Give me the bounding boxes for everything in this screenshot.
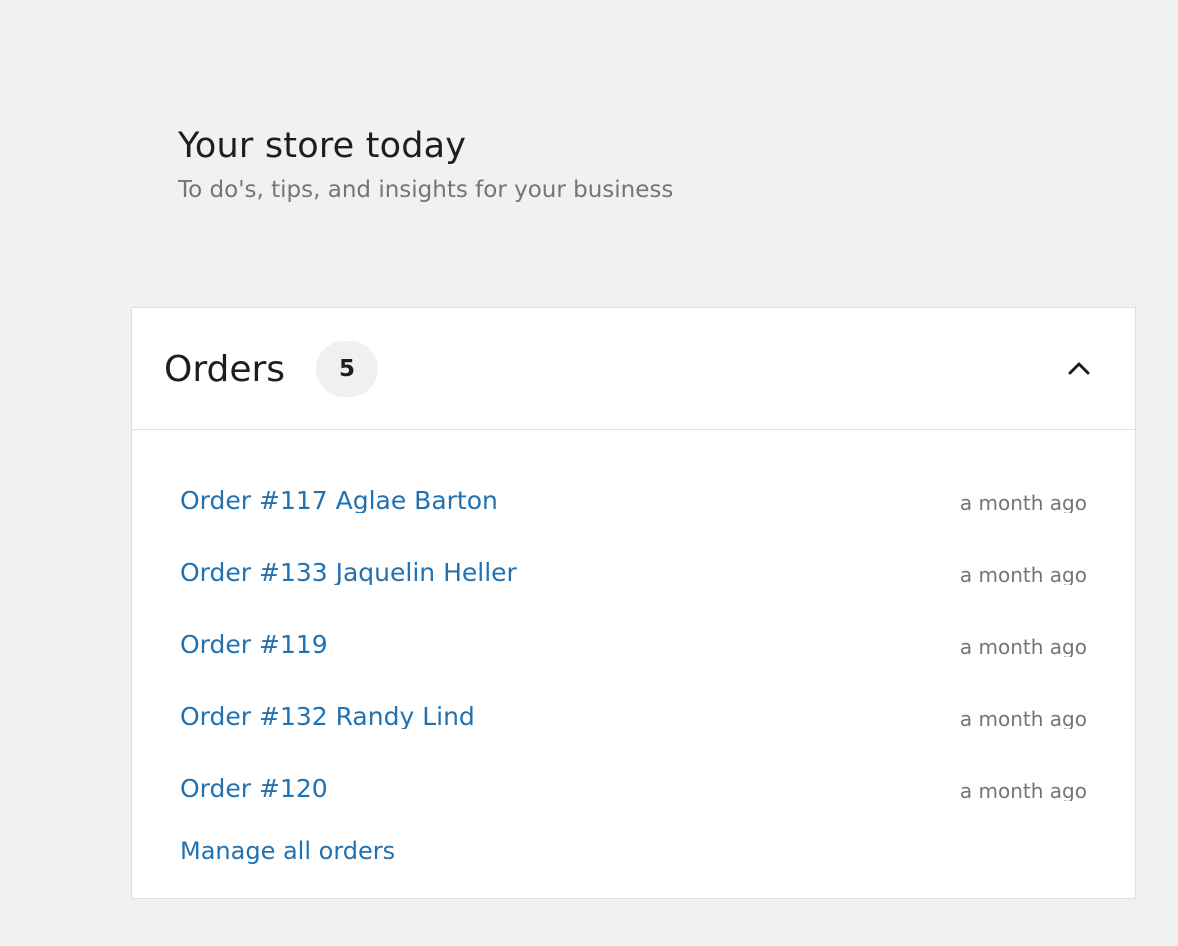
page-subtitle: To do's, tips, and insights for your bus… [178,177,674,203]
manage-all-orders-link[interactable]: Manage all orders [180,835,395,867]
list-item: Order #120 a month ago [180,767,1087,801]
collapse-toggle-button[interactable] [1061,350,1097,386]
orders-card-title: Orders [164,349,286,390]
list-item: Order #119 a month ago [180,623,1087,657]
order-link[interactable]: Order #133 Jaquelin Heller [180,557,517,585]
order-link[interactable]: Order #117 Aglae Barton [180,485,498,513]
list-item: Order #133 Jaquelin Heller a month ago [180,551,1087,585]
order-link[interactable]: Order #120 [180,773,328,801]
orders-count-badge: 5 [316,341,378,397]
order-time: a month ago [959,707,1087,729]
order-time: a month ago [959,779,1087,801]
order-time: a month ago [959,563,1087,585]
page-title: Your store today [178,126,467,166]
list-item: Order #132 Randy Lind a month ago [180,695,1087,729]
order-time: a month ago [959,635,1087,657]
chevron-up-icon [1068,362,1090,375]
order-time: a month ago [959,491,1087,513]
orders-card-header[interactable]: Orders 5 [132,308,1135,430]
list-item: Order #117 Aglae Barton a month ago [180,479,1087,513]
page-header: Your store today To do's, tips, and insi… [178,122,673,206]
order-link[interactable]: Order #132 Randy Lind [180,701,475,729]
order-link[interactable]: Order #119 [180,629,328,657]
orders-card: Orders 5 Order #117 Aglae Barton a month… [131,307,1136,899]
